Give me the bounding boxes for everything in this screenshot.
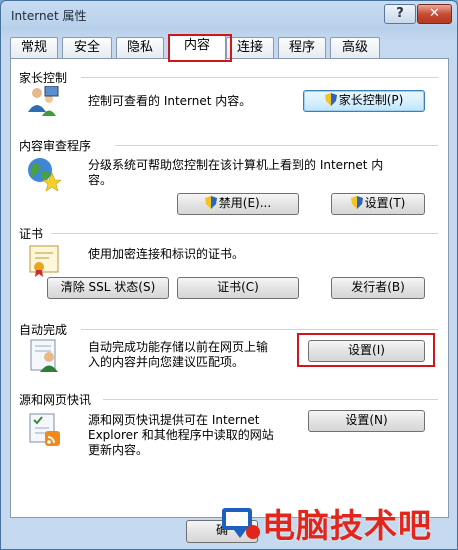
watermark: 电脑技术吧 [212, 496, 458, 550]
content-advisor-settings-button[interactable]: 设置(T) [331, 193, 425, 215]
title-bar[interactable]: Internet 属性 ? ✕ [1, 1, 457, 29]
help-button[interactable]: ? [384, 4, 416, 24]
certificate-icon [29, 245, 59, 277]
feeds-group: 源和网页快讯 源和网页快讯提供可在 Internet Explorer 和其他程… [11, 391, 448, 481]
autocomplete-settings-button[interactable]: 设置(I) [308, 340, 425, 362]
feeds-desc-line1: 源和网页快讯提供可在 Internet [88, 413, 260, 427]
group-divider [103, 399, 438, 400]
parental-control-icon [28, 85, 59, 116]
content-advisor-desc-line2: 容。 [88, 173, 113, 187]
watermark-logo [222, 508, 260, 539]
parental-control-desc: 控制可查看的 Internet 内容。 [88, 94, 252, 108]
tab-general[interactable]: 常规 [10, 37, 58, 58]
feeds-desc-line2: Explorer 和其他程序中读取的网站 [88, 428, 274, 442]
group-title: 自动完成 [19, 321, 74, 338]
autocomplete-desc-line1: 自动完成功能存储以前在网页上输 [88, 340, 269, 354]
group-title: 源和网页快讯 [19, 391, 98, 408]
shield-icon [350, 196, 363, 209]
tab-content[interactable]: 内容 [168, 35, 226, 60]
close-button[interactable]: ✕ [417, 4, 452, 24]
autocomplete-desc-line2: 入的内容并向您建议匹配项。 [88, 355, 245, 369]
feeds-desc-line3: 更新内容。 [88, 443, 149, 457]
tab-security[interactable]: 安全 [62, 37, 112, 58]
globe-star-icon [28, 158, 61, 191]
content-advisor-desc-line1: 分级系统可帮助您控制在该计算机上看到的 Internet 内 [88, 158, 384, 172]
group-divider [115, 145, 438, 146]
tab-privacy[interactable]: 隐私 [116, 37, 164, 58]
tab-programs[interactable]: 程序 [278, 37, 326, 58]
content-advisor-group: 内容审查程序 分级系统可帮助您控制在该计算机上看到的 Internet 内 容。… [11, 137, 448, 222]
feeds-settings-button[interactable]: 设置(N) [308, 410, 425, 432]
group-title: 证书 [19, 225, 50, 242]
group-divider [51, 233, 438, 234]
group-title: 内容审查程序 [19, 137, 98, 154]
certificates-button[interactable]: 证书(C) [177, 277, 299, 299]
shield-icon [324, 93, 337, 106]
feeds-icon [29, 413, 60, 446]
parental-control-button[interactable]: 家长控制(P) [303, 90, 425, 112]
content-advisor-enable-button[interactable]: 禁用(E)... [177, 193, 299, 215]
tab-connections[interactable]: 连接 [226, 37, 274, 58]
group-divider [81, 329, 438, 330]
certificates-desc: 使用加密连接和标识的证书。 [88, 247, 245, 261]
window-title: Internet 属性 [11, 9, 87, 23]
group-title: 家长控制 [19, 69, 74, 86]
group-divider [81, 77, 438, 78]
parental-control-group: 家长控制 控制可查看的 Internet 内容。 家长控制(P) [11, 69, 448, 129]
certificates-group: 证书 使用加密连接和标识的证书。 清除 SSL 状态(S) 证书(C) 发行者(… [11, 225, 448, 307]
tab-advanced[interactable]: 高级 [330, 37, 380, 58]
clear-ssl-button[interactable]: 清除 SSL 状态(S) [47, 277, 169, 299]
watermark-text: 电脑技术吧 [262, 506, 432, 545]
autocomplete-group: 自动完成 自动完成功能存储以前在网页上输 入的内容并向您建议匹配项。 设置(I) [11, 321, 448, 385]
autocomplete-icon [30, 339, 58, 372]
shield-icon [204, 196, 217, 209]
internet-properties-dialog: Internet 属性 ? ✕ 常规 安全 隐私 内容 连接 程序 高级 家长控… [0, 0, 458, 550]
publishers-button[interactable]: 发行者(B) [331, 277, 425, 299]
content-panel: 家长控制 控制可查看的 Internet 内容。 家长控制(P) 内容审查程序 … [10, 58, 449, 518]
